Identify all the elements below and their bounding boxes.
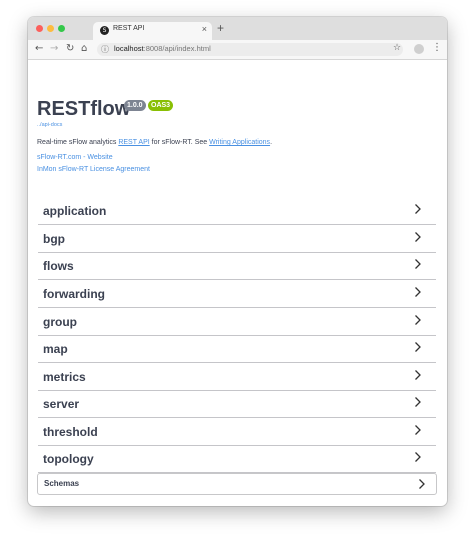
minimize-window-button[interactable] <box>47 25 54 32</box>
address-bar[interactable]: ⓘ localhost:8008/api/index.html <box>97 43 403 56</box>
tag-group-name: forwarding <box>43 287 105 301</box>
url-text: localhost:8008/api/index.html <box>114 44 211 53</box>
sflow-favicon-icon: S <box>100 26 109 35</box>
home-icon[interactable]: ⌂ <box>81 43 87 55</box>
tag-group-name: flows <box>43 259 74 273</box>
tag-group-forwarding[interactable]: forwarding <box>38 280 436 308</box>
tab-title: REST API <box>113 25 145 32</box>
chevron-right-icon <box>415 259 421 269</box>
chevron-right-icon <box>415 425 421 435</box>
tag-group-flows[interactable]: flows <box>38 252 436 280</box>
chevron-right-icon <box>419 479 425 489</box>
tag-group-map[interactable]: map <box>38 335 436 363</box>
new-tab-icon[interactable]: + <box>217 22 224 34</box>
maximize-window-button[interactable] <box>58 25 65 32</box>
chevron-right-icon <box>415 315 421 325</box>
info-icon[interactable]: ⓘ <box>101 44 109 55</box>
desc-text-1: Real-time sFlow analytics <box>37 139 119 146</box>
forward-icon[interactable]: → <box>50 43 58 55</box>
oas-badge: OAS3 <box>148 100 174 111</box>
browser-toolbar: ← → ↻ ⌂ ⓘ localhost:8008/api/index.html … <box>28 40 447 60</box>
tag-group-application[interactable]: application <box>38 197 436 225</box>
tag-group-name: bgp <box>43 232 65 246</box>
star-icon[interactable]: ☆ <box>393 43 401 53</box>
tag-group-name: topology <box>43 452 94 466</box>
url-path: :8008/api/index.html <box>143 44 211 53</box>
menu-icon[interactable]: ⋮ <box>432 42 442 53</box>
chevron-right-icon <box>415 342 421 352</box>
version-badge: 1.0.0 <box>124 100 146 111</box>
tag-group-metrics[interactable]: metrics <box>38 363 436 391</box>
tag-group-topology[interactable]: topology <box>38 445 436 473</box>
tag-group-server[interactable]: server <box>38 390 436 418</box>
profile-icon[interactable] <box>414 44 424 54</box>
tag-group-name: server <box>43 397 80 411</box>
page-content: RESTflow 1.0.0 OAS3 ../api-docs Real-tim… <box>28 60 447 506</box>
website-link[interactable]: sFlow-RT.com - Website <box>37 154 113 161</box>
tag-group-name: metrics <box>43 370 86 384</box>
desc-text-3: . <box>270 139 273 146</box>
url-host: localhost <box>114 44 144 53</box>
chevron-right-icon <box>415 232 421 242</box>
chevron-right-icon <box>415 287 421 297</box>
tag-group-name: group <box>43 315 77 329</box>
chevron-right-icon <box>415 397 421 407</box>
tag-group-name: map <box>43 342 68 356</box>
chevron-right-icon <box>415 370 421 380</box>
tag-group-name: threshold <box>43 425 98 439</box>
writing-applications-link[interactable]: Writing Applications <box>209 139 270 146</box>
browser-tab[interactable]: S REST API × <box>93 22 212 40</box>
schemas-label: Schemas <box>44 479 80 488</box>
schemas-section[interactable]: Schemas <box>37 473 437 495</box>
rest-api-link[interactable]: REST API <box>118 139 149 146</box>
chevron-right-icon <box>415 204 421 214</box>
page-title: RESTflow <box>37 98 131 120</box>
license-link[interactable]: InMon sFlow-RT License Agreement <box>37 166 150 173</box>
tab-close-icon[interactable]: × <box>202 24 207 34</box>
description: Real-time sFlow analytics REST API for s… <box>37 139 272 146</box>
close-window-button[interactable] <box>36 25 43 32</box>
title-bar: S REST API × + <box>28 17 447 40</box>
tag-group-bgp[interactable]: bgp <box>38 225 436 253</box>
chevron-right-icon <box>415 452 421 462</box>
browser-window: S REST API × + ← → ↻ ⌂ ⓘ localhost:8008/… <box>28 17 447 506</box>
tag-group-group[interactable]: group <box>38 308 436 336</box>
back-icon[interactable]: ← <box>35 43 43 55</box>
tag-group-threshold[interactable]: threshold <box>38 418 436 446</box>
desc-text-2: for sFlow-RT. See <box>149 139 210 146</box>
reload-icon[interactable]: ↻ <box>66 43 74 55</box>
api-docs-link[interactable]: ../api-docs <box>37 122 62 128</box>
tag-group-name: application <box>43 204 107 218</box>
